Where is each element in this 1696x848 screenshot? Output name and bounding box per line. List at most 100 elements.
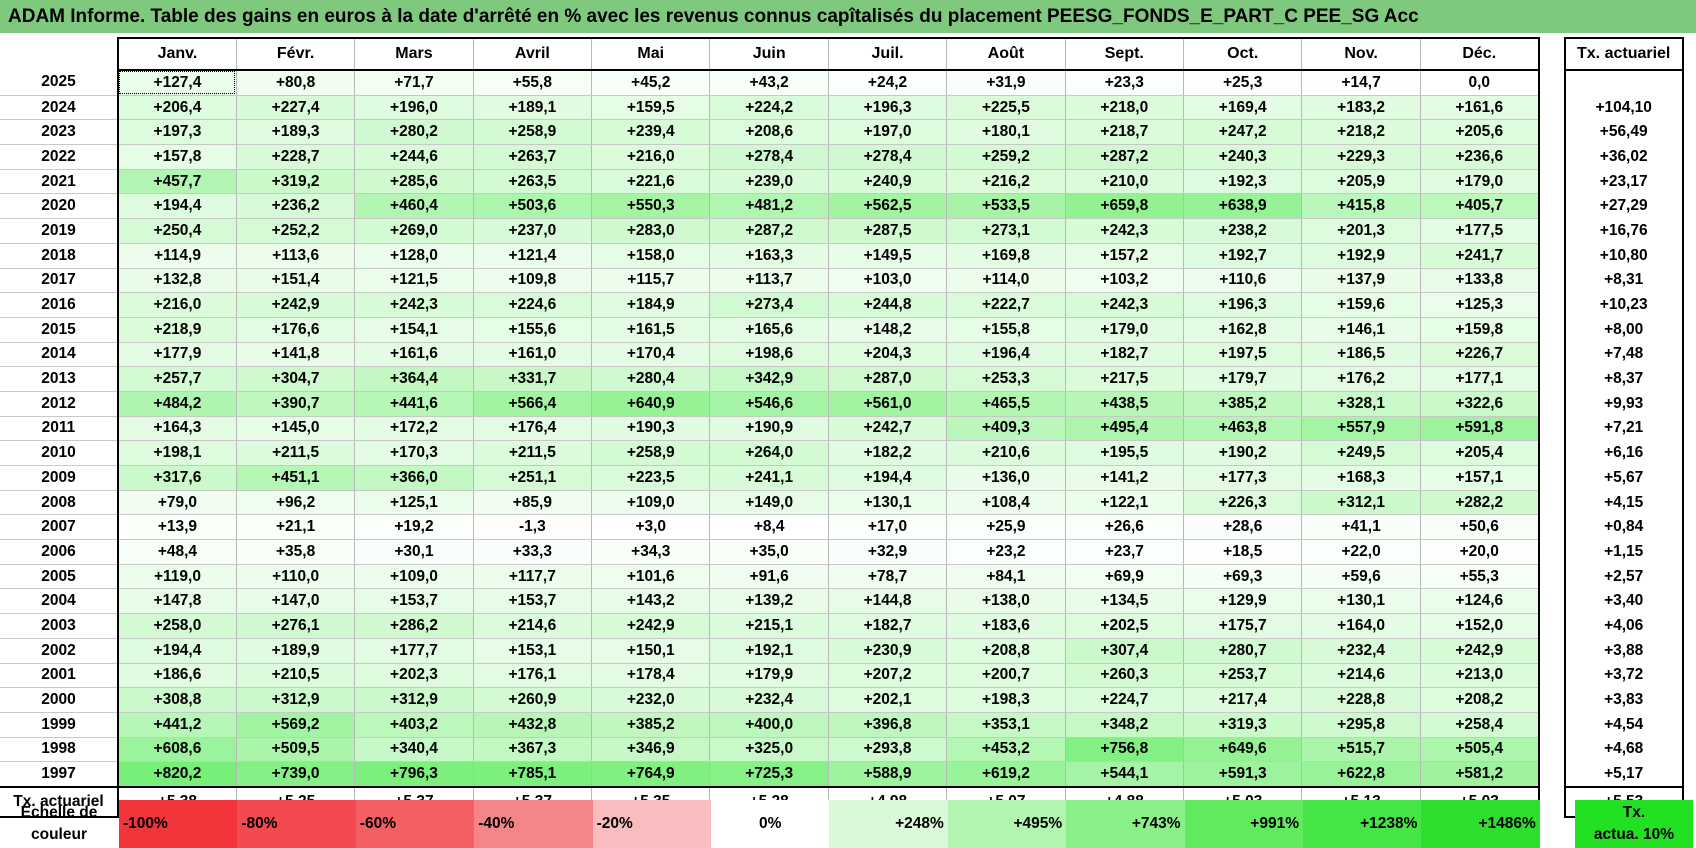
gain-cell: +258,9 [591,440,710,466]
gain-cell: +481,2 [709,193,829,220]
gain-cell: +342,9 [709,366,829,392]
gain-cell: +205,6 [1419,119,1540,146]
gain-cell: +280,2 [354,119,474,146]
end-cell [1682,268,1691,293]
gain-cell: +285,6 [354,169,474,195]
gain-cell: +218,7 [1064,119,1184,146]
tx-actuariel-cell: +4,68 [1563,737,1684,762]
gain-cell: +32,9 [827,539,947,565]
table-row: 2004 +147,8 +147,0 +153,7 +153,7 +143,2 +139,2… [0,588,1691,615]
gain-cell: +242,7 [827,416,947,442]
tx-actuariel-cell: +5,67 [1563,465,1684,491]
gain-cell: +242,9 [1419,638,1540,664]
gain-cell: +33,3 [472,539,592,565]
table-body: 2025 +127,4 +80,8 +71,7 +55,8 +45,2 +43,2 +24,2… [0,70,1691,818]
gain-cell: +121,4 [472,243,592,269]
gain-cell: +232,0 [591,687,710,713]
gain-cell: +546,6 [709,391,829,417]
year-label: 2000 [0,687,118,713]
gain-cell: +533,5 [946,193,1066,220]
gain-cell: +210,0 [1064,169,1184,195]
tx-actuariel-cell: +7,48 [1563,342,1684,367]
header-row: Janv. Févr. Mars Avril Mai Juin Juil. Août Sept.… [0,37,1691,71]
gain-cell: +177,9 [116,342,237,368]
page-title: ADAM Informe. Table des gains en euros à… [0,0,1696,33]
tx-actuariel-cell: +4,06 [1563,613,1684,639]
table-row: 2009 +317,6 +451,1 +366,0 +251,1 +223,5 +241,1… [0,465,1691,491]
tx-actuariel-cell: +3,83 [1563,687,1684,713]
year-label: 2001 [0,663,118,689]
gain-cell: +304,7 [235,366,355,392]
gain-cell: +224,7 [1064,687,1184,713]
gain-cell: +252,2 [235,218,355,244]
gap-cell [1538,268,1565,293]
gain-cell: +190,2 [1183,440,1302,466]
table-row: 2014 +177,9 +141,8 +161,6 +161,0 +170,4 +198,6… [0,342,1691,368]
gain-cell: +451,1 [235,465,355,491]
gain-cell: +25,9 [946,514,1066,541]
gain-cell: +114,9 [116,243,237,269]
gain-cell: +207,2 [827,663,947,689]
table-row: 1997 +820,2 +739,0 +796,3 +785,1 +764,9 +725,3… [0,761,1691,788]
gain-cell: +328,1 [1301,391,1421,417]
gain-cell: +622,8 [1301,761,1421,788]
year-label: 2013 [0,366,118,392]
end-cell [1682,712,1691,738]
year-label: 2003 [0,613,118,639]
gain-cell: +197,5 [1183,342,1302,368]
table-row: 2023 +197,3 +189,3 +280,2 +258,9 +239,4 +208,6… [0,119,1691,146]
gain-cell: +319,3 [1183,712,1302,738]
gain-cell: +591,8 [1419,416,1540,442]
gain-cell: +130,1 [1301,588,1421,615]
gain-cell: +240,9 [827,169,947,195]
end-cell [1682,366,1691,392]
gain-cell: +198,6 [709,342,829,368]
gains-table: Janv. Févr. Mars Avril Mai Juin Juil. Août Sept.… [0,37,1691,818]
gain-cell: +189,1 [472,95,592,121]
gain-cell: +432,8 [472,712,592,738]
gain-cell: +242,3 [354,292,474,318]
gain-cell: +182,7 [1064,342,1184,368]
gain-cell: +211,5 [235,440,355,466]
end-cell [1682,663,1691,688]
gap-cell [1538,218,1565,244]
gain-cell: +189,9 [235,638,355,664]
gain-cell: +159,5 [591,95,710,121]
gain-cell: +218,9 [116,317,237,343]
gain-cell: +30,1 [354,539,474,565]
gain-cell: +24,2 [827,70,947,96]
gain-cell: +48,4 [116,539,237,565]
gain-cell: +390,7 [235,391,355,417]
gain-cell: +367,3 [472,737,592,763]
gain-cell: +189,3 [235,119,355,146]
month-header: Sept. [1064,37,1184,71]
color-scale-step: +248% [829,800,948,848]
gain-cell: +157,1 [1419,465,1540,491]
gain-cell: +557,9 [1301,416,1421,442]
gain-cell: +109,0 [354,564,474,590]
gain-cell: +50,6 [1419,514,1540,541]
gain-cell: +114,0 [946,268,1066,294]
gain-cell: +180,1 [946,119,1066,146]
gain-cell: +108,4 [946,490,1066,516]
color-scale-step: -40% [474,800,593,848]
year-label: 1998 [0,737,118,763]
gain-cell: +145,0 [235,416,355,442]
gap-cell [1538,761,1565,787]
gain-cell: +162,8 [1183,317,1302,343]
gain-cell: +157,2 [1064,243,1184,269]
gain-cell: +146,1 [1301,317,1421,343]
end-cell [1682,119,1691,145]
gain-cell: +176,6 [235,317,355,343]
month-header: Avril [472,37,592,71]
gain-cell: +258,4 [1419,712,1540,738]
gain-cell: +119,0 [116,564,237,590]
gain-cell: +3,0 [591,514,710,541]
gain-cell: +91,6 [709,564,829,590]
gain-cell: +608,6 [116,737,237,763]
year-label: 2025 [0,70,118,96]
gain-cell: +55,3 [1419,564,1540,590]
gain-cell: +79,0 [116,490,237,516]
gain-cell: +183,2 [1301,95,1421,121]
gain-cell: +346,9 [591,737,710,763]
